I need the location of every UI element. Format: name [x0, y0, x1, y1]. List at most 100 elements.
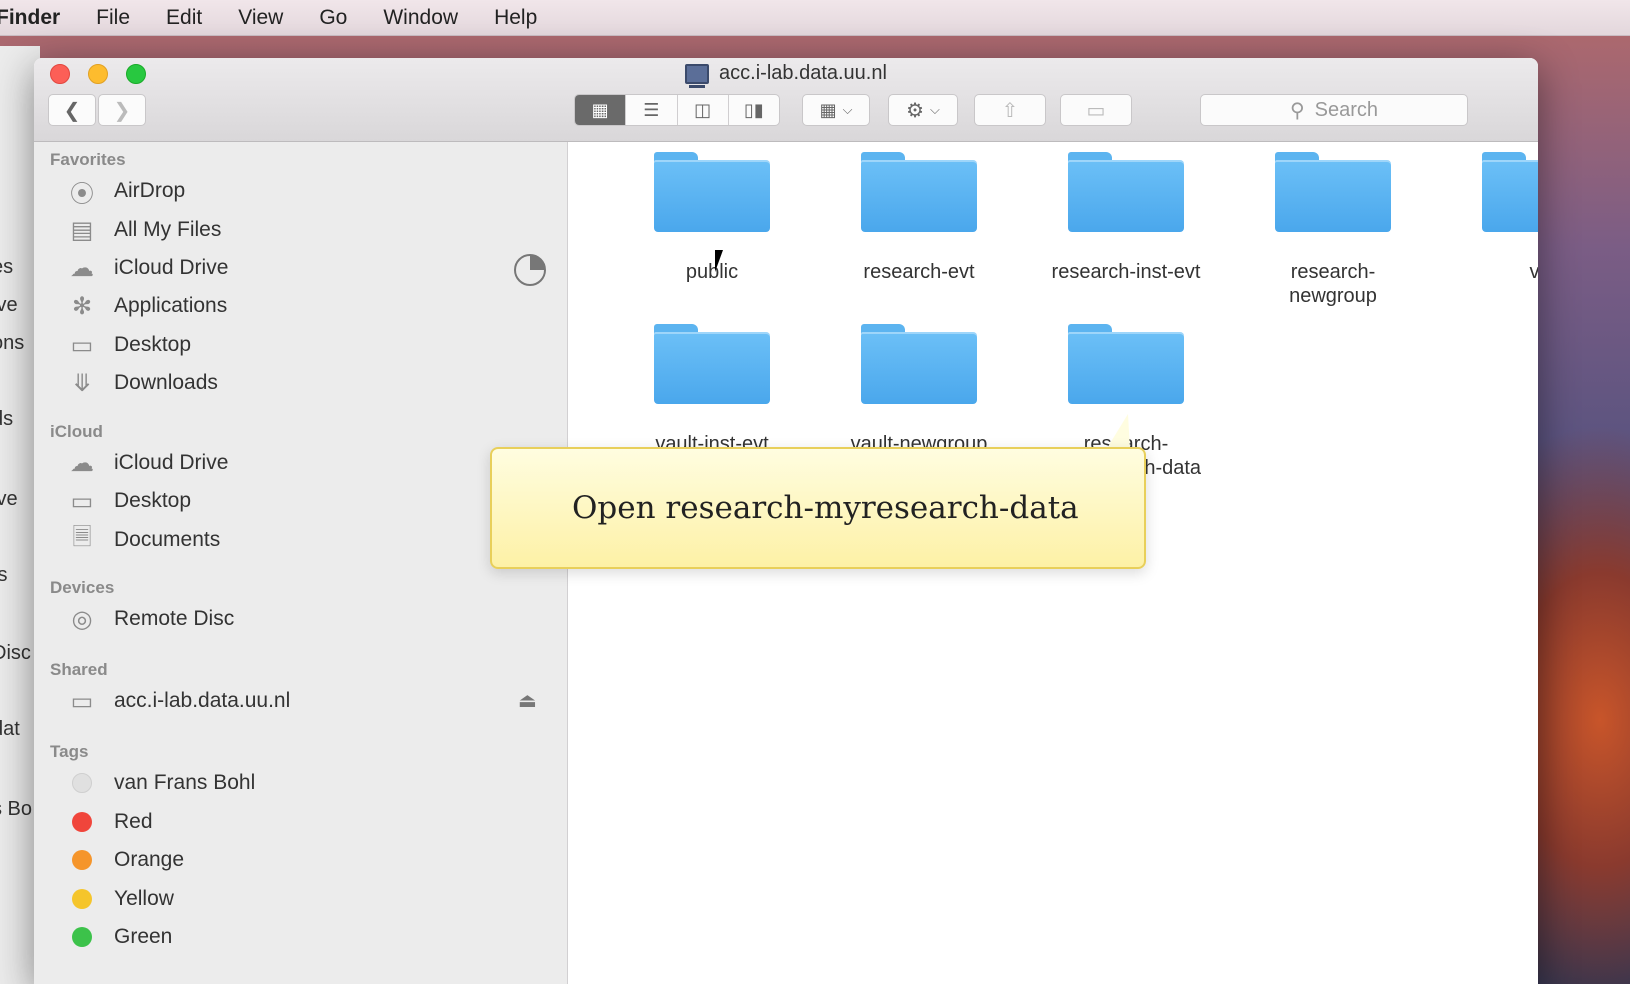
- sidebar-item-all-my-files[interactable]: ▤ All My Files: [64, 214, 222, 246]
- folder-vault-newgroup[interactable]: vault-newgroup: [819, 314, 1019, 456]
- cover-flow-button[interactable]: ▯▮: [729, 95, 779, 125]
- bg-fragment: ts: [0, 564, 8, 586]
- desktop-icon: ▭: [70, 331, 94, 359]
- title-bar[interactable]: acc.i-lab.data.uu.nl ❮ ❯ ▦ ☰ ◫ ▯▮ ▦ ⌵ ⚙ …: [34, 58, 1538, 142]
- sidebar-item-label: acc.i-lab.data.uu.nl: [114, 689, 291, 712]
- menu-go[interactable]: Go: [301, 6, 365, 30]
- desktop-icon: ▭: [70, 487, 94, 515]
- sidebar-item-icloud-drive[interactable]: ☁ iCloud Drive: [64, 447, 228, 479]
- folder-vault-inst-evt[interactable]: vault-inst-evt: [612, 314, 812, 456]
- sidebar-item-label: AirDrop: [114, 179, 186, 202]
- server-icon: ▭: [70, 687, 94, 715]
- disc-icon: ◎: [71, 605, 93, 633]
- folder-label: research-evt: [863, 261, 975, 283]
- callout-pointer: [1106, 414, 1130, 450]
- tag-button[interactable]: ▭: [1060, 94, 1132, 126]
- chevron-right-icon: ❯: [113, 99, 131, 122]
- view-mode-group: ▦ ☰ ◫ ▯▮: [574, 94, 780, 126]
- downloads-icon: ⤋: [71, 369, 93, 397]
- sidebar-item-applications[interactable]: ✻ Applications: [64, 290, 227, 322]
- sidebar-tag-red[interactable]: Red: [64, 806, 153, 838]
- menu-finder[interactable]: Finder: [0, 6, 78, 30]
- forward-button[interactable]: ❯: [98, 94, 146, 126]
- menu-edit[interactable]: Edit: [148, 6, 220, 30]
- folder-label: va: [1529, 261, 1538, 283]
- sidebar-item-label: van Frans Bohl: [114, 771, 256, 794]
- sidebar-item-label: Green: [114, 925, 173, 948]
- folder-research-evt[interactable]: research-evt: [819, 142, 1019, 284]
- sidebar-item-icloud-drive[interactable]: ☁ iCloud Drive: [64, 252, 228, 284]
- folder-icon: [1275, 152, 1391, 232]
- sidebar-item-label: Desktop: [114, 489, 192, 512]
- menu-view[interactable]: View: [220, 6, 301, 30]
- grid-icon: ▦: [591, 99, 609, 120]
- arrange-grid-icon: ▦: [819, 99, 837, 120]
- sidebar-item-label: Orange: [114, 848, 185, 871]
- sidebar-item-desktop[interactable]: ▭ Desktop: [64, 329, 191, 361]
- sidebar-item-label: Downloads: [114, 371, 218, 394]
- sidebar-item-remote-disc[interactable]: ◎ Remote Disc: [64, 603, 235, 635]
- bg-fragment: dat: [0, 718, 20, 740]
- list-icon: ☰: [643, 99, 660, 120]
- tutorial-callout: Open research-myresearch-data: [490, 447, 1146, 569]
- sidebar-item-downloads[interactable]: ⤋ Downloads: [64, 367, 218, 399]
- folder-label: public: [685, 261, 739, 283]
- bg-fragment: ive: [0, 488, 18, 510]
- sidebar-item-label: Yellow: [114, 887, 174, 910]
- mouse-cursor-icon: [715, 250, 723, 272]
- sidebar-tag-van-frans-bohl[interactable]: van Frans Bohl: [64, 767, 255, 799]
- cloud-icon: ☁: [70, 254, 94, 282]
- sidebar-header-favorites: Favorites: [50, 150, 126, 169]
- server-icon: [685, 63, 710, 88]
- window-title-text: acc.i-lab.data.uu.nl: [719, 62, 887, 84]
- folder-label: research- newgroup: [1289, 261, 1377, 307]
- documents-icon: 🗏: [72, 523, 92, 551]
- sidebar-header-icloud: iCloud: [50, 422, 103, 441]
- bg-fragment: ons: [0, 332, 25, 354]
- folder-research-inst-evt[interactable]: research-inst-evt: [1026, 142, 1226, 284]
- search-field[interactable]: ⚲ Search: [1200, 94, 1468, 126]
- menu-window[interactable]: Window: [365, 6, 476, 30]
- folder-public[interactable]: public: [612, 142, 812, 284]
- action-button[interactable]: ⚙ ⌵: [888, 94, 958, 126]
- sidebar-tag-green[interactable]: Green: [64, 921, 172, 953]
- sidebar-header-devices: Devices: [50, 578, 115, 597]
- sidebar-item-documents[interactable]: 🗏 Documents: [64, 524, 220, 556]
- eject-icon[interactable]: ⏏: [518, 688, 537, 713]
- sidebar-item-label: All My Files: [114, 218, 222, 241]
- gear-icon: ⚙: [906, 99, 925, 122]
- sidebar-tag-orange[interactable]: Orange: [64, 844, 184, 876]
- tag-dot: [72, 850, 92, 870]
- menu-help[interactable]: Help: [476, 6, 555, 30]
- sidebar-item-label: iCloud Drive: [114, 256, 229, 279]
- sidebar-item-server[interactable]: ▭ acc.i-lab.data.uu.nl: [64, 685, 291, 717]
- share-button[interactable]: ⇧: [974, 94, 1046, 126]
- chevron-left-icon: ❮: [63, 99, 81, 122]
- search-placeholder: Search: [1314, 98, 1379, 121]
- folder-va[interactable]: va: [1440, 142, 1538, 284]
- bg-fragment: Disc: [0, 642, 31, 664]
- list-view-button[interactable]: ☰: [626, 95, 678, 125]
- folder-research-newgroup[interactable]: research- newgroup: [1233, 142, 1433, 308]
- menu-file[interactable]: File: [78, 6, 148, 30]
- cover-flow-icon: ▯▮: [743, 99, 764, 120]
- column-view-button[interactable]: ◫: [678, 95, 729, 125]
- sidebar-item-desktop[interactable]: ▭ Desktop: [64, 485, 191, 517]
- sync-progress-icon: [514, 254, 546, 286]
- back-button[interactable]: ❮: [48, 94, 96, 126]
- sidebar-item-airdrop[interactable]: ⦿ AirDrop: [64, 175, 186, 208]
- sidebar-tag-yellow[interactable]: Yellow: [64, 883, 174, 915]
- folder-icon: [1482, 152, 1538, 232]
- arrange-button[interactable]: ▦ ⌵: [802, 94, 870, 126]
- sidebar-header-tags: Tags: [50, 742, 89, 761]
- window-title: acc.i-lab.data.uu.nl: [34, 62, 1538, 88]
- sidebar-item-label: Applications: [114, 294, 228, 317]
- airdrop-icon: ⦿: [70, 180, 94, 208]
- chevron-down-icon: ⌵: [930, 102, 940, 117]
- bg-fragment: s Bo: [0, 798, 33, 820]
- folder-icon: [1068, 324, 1184, 404]
- folder-icon: [861, 324, 977, 404]
- icon-view-button[interactable]: ▦: [575, 95, 627, 125]
- folder-icon: [654, 152, 770, 232]
- sidebar-header-shared: Shared: [50, 660, 108, 679]
